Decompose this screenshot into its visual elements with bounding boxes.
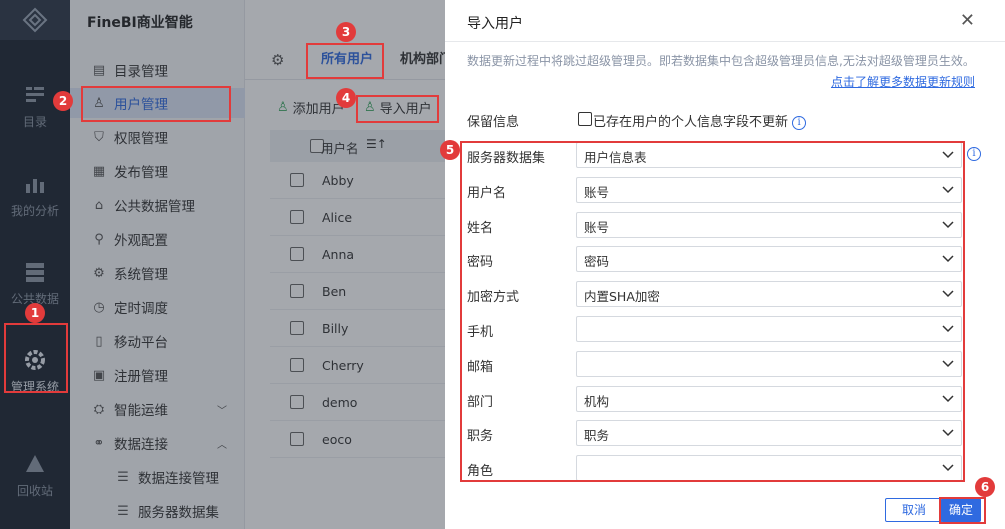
modal-overlay[interactable] — [0, 0, 445, 529]
dialog-title: 导入用户 — [467, 16, 523, 32]
annotation-box-all-users — [306, 43, 384, 79]
annotation-box-import — [356, 95, 439, 123]
annotation-badge: 6 — [975, 477, 995, 497]
keep-info-text: 已存在用户的个人信息字段不更新 i — [593, 111, 807, 130]
dialog-divider — [445, 41, 1005, 42]
info-icon[interactable]: i — [792, 115, 807, 130]
keep-info-text-label: 已存在用户的个人信息字段不更新 — [593, 115, 789, 130]
keep-info-label: 保留信息 — [467, 115, 520, 130]
annotation-box-confirm — [939, 497, 986, 524]
update-rules-link[interactable]: 点击了解更多数据更新规则 — [831, 73, 975, 90]
keep-info-checkbox[interactable] — [578, 112, 592, 126]
annotation-box-fields — [460, 141, 965, 482]
annotation-badge: 1 — [25, 303, 45, 323]
annotation-box-user-mgmt — [81, 86, 231, 122]
dataset-info-icon[interactable]: i — [967, 147, 981, 161]
update-notice: 数据更新过程中将跳过超级管理员。即若数据集中包含超级管理员信息,无法对超级管理员… — [467, 54, 975, 68]
close-icon[interactable]: ✕ — [960, 10, 975, 31]
annotation-box-admin — [4, 323, 68, 393]
annotation-badge: 2 — [53, 91, 73, 111]
annotation-badge: 3 — [336, 22, 356, 42]
annotation-badge: 4 — [336, 88, 356, 108]
cancel-button[interactable]: 取消 — [885, 498, 943, 522]
annotation-badge: 5 — [440, 140, 460, 160]
